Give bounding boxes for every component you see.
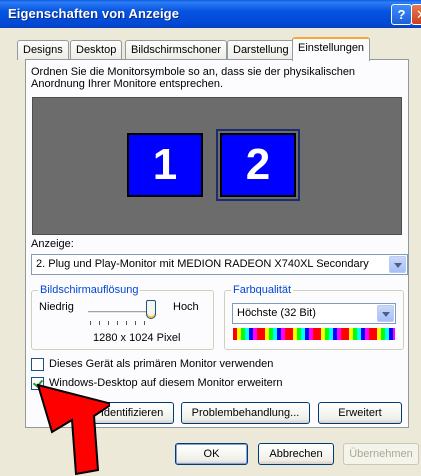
display-select-value: 2. Plug und Play-Monitor mit MEDION RADE… bbox=[36, 258, 369, 270]
color-quality-value: Höchste (32 Bit) bbox=[237, 307, 316, 319]
primary-monitor-checkbox[interactable] bbox=[31, 358, 44, 371]
chevron-down-icon[interactable] bbox=[389, 256, 406, 273]
ok-button[interactable]: OK bbox=[175, 443, 248, 465]
instruction-text: Ordnen Sie die Monitorsymbole so an, das… bbox=[31, 66, 356, 90]
display-label: Anzeige: bbox=[31, 238, 74, 250]
apply-button: Übernehmen bbox=[343, 443, 419, 465]
chevron-down-icon[interactable] bbox=[377, 305, 394, 322]
color-quality-legend: Farbqualität bbox=[231, 284, 294, 296]
resolution-value: 1280 x 1024 Pixel bbox=[93, 332, 181, 344]
resolution-slider-track[interactable] bbox=[88, 311, 148, 314]
color-preview-bar bbox=[233, 328, 395, 340]
title-bar[interactable]: Eigenschaften von Anzeige ? ✕ bbox=[0, 0, 421, 28]
resolution-slider-thumb[interactable] bbox=[146, 300, 156, 319]
troubleshoot-button[interactable]: Problembehandlung... bbox=[181, 402, 310, 424]
monitor-1-icon[interactable]: 1 bbox=[127, 133, 203, 197]
close-icon: ✕ bbox=[416, 7, 421, 22]
tab-desktop[interactable]: Desktop bbox=[70, 40, 123, 60]
advanced-button[interactable]: Erweitert bbox=[318, 402, 402, 424]
question-icon: ? bbox=[397, 7, 406, 22]
resolution-legend: Bildschirmauflösung bbox=[38, 284, 141, 296]
tab-bildschirmschoner[interactable]: Bildschirmschoner bbox=[125, 40, 227, 60]
window-title: Eigenschaften von Anzeige bbox=[8, 6, 180, 21]
monitor-2-icon[interactable]: 2 bbox=[216, 129, 300, 201]
display-select[interactable]: 2. Plug und Play-Monitor mit MEDION RADE… bbox=[31, 254, 408, 275]
tab-einstellungen[interactable]: Einstellungen bbox=[292, 37, 371, 61]
cancel-button[interactable]: Abbrechen bbox=[258, 443, 334, 465]
arrow-shape bbox=[36, 383, 110, 476]
resolution-high-label: Hoch bbox=[173, 301, 199, 313]
close-button[interactable]: ✕ bbox=[411, 4, 421, 25]
resolution-low-label: Niedrig bbox=[39, 301, 74, 313]
annotation-arrow bbox=[36, 383, 110, 476]
primary-monitor-label[interactable]: Dieses Gerät als primären Monitor verwen… bbox=[49, 358, 273, 370]
help-button[interactable]: ? bbox=[391, 4, 412, 25]
tab-designs[interactable]: Designs bbox=[17, 40, 69, 60]
monitor-arrangement-area[interactable]: 1 2 bbox=[32, 97, 402, 235]
tab-darstellung[interactable]: Darstellung bbox=[227, 40, 295, 60]
resolution-slider-ticks bbox=[90, 321, 152, 325]
color-quality-select[interactable]: Höchste (32 Bit) bbox=[232, 303, 396, 324]
